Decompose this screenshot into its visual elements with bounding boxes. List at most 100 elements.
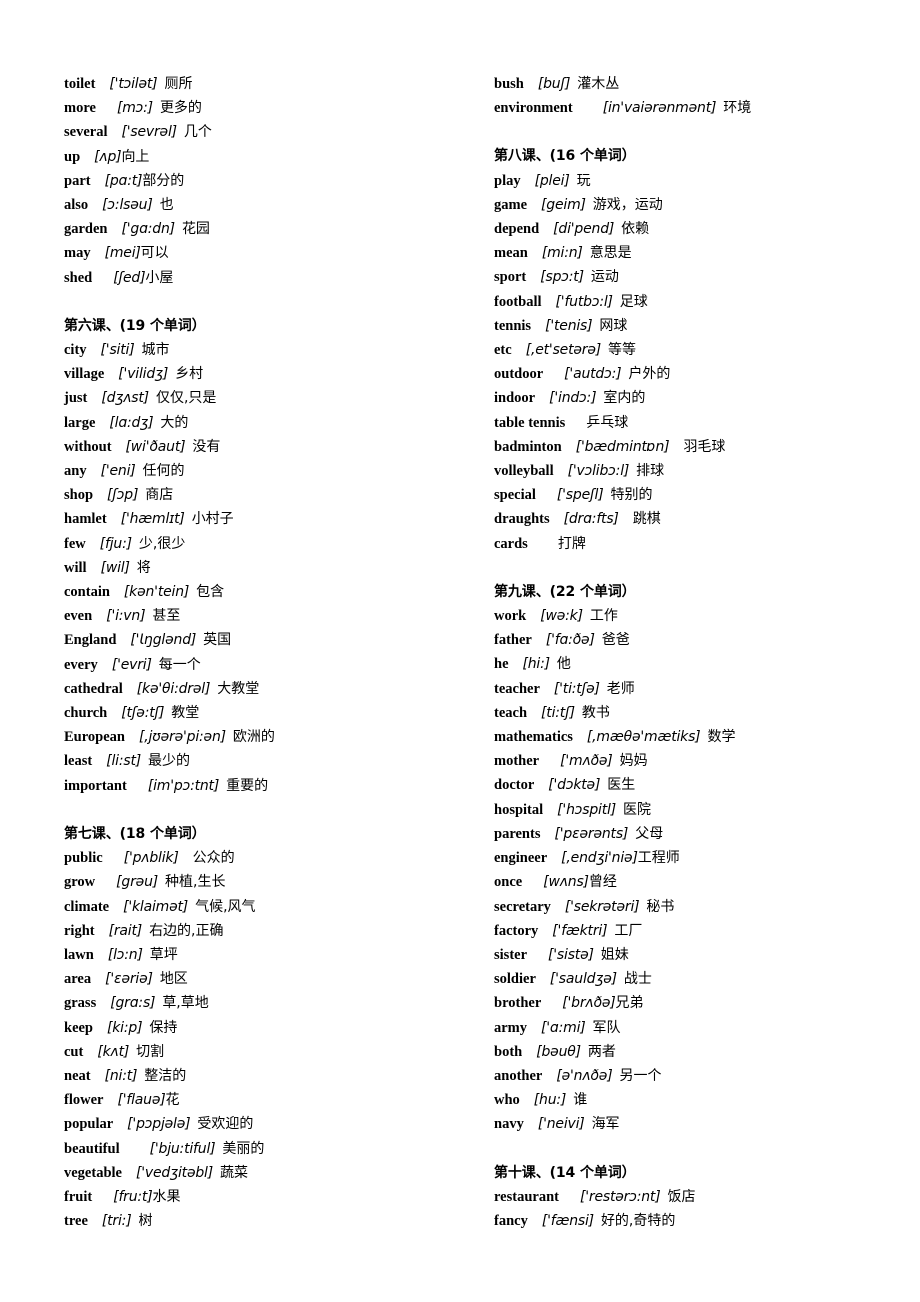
- entry-gloss: 切割: [136, 1043, 165, 1060]
- vocabulary-entry: football ['futbɔ:l] 足球: [494, 290, 920, 314]
- vocabulary-entry: both [bəuθ] 两者: [494, 1040, 920, 1064]
- vocabulary-entry: volleyball ['vɔlibɔ:l] 排球: [494, 459, 920, 483]
- entry-phonetic: [li:st]: [106, 753, 141, 770]
- vocabulary-entry: important [im'pɔ:tnt] 重要的: [64, 774, 494, 798]
- entry-word: neat: [64, 1067, 91, 1084]
- entry-word: depend: [494, 221, 540, 238]
- entry-phonetic: [drɑ:fts]: [563, 511, 619, 528]
- entry-phonetic: [ə'nʌðə]: [556, 1067, 613, 1084]
- entry-gloss: 工厂: [614, 922, 643, 939]
- vocabulary-entry: may [mei]可以: [64, 241, 494, 265]
- entry-word: who: [494, 1092, 520, 1109]
- entry-word: hamlet: [64, 511, 107, 528]
- entry-gloss: 整洁的: [144, 1067, 187, 1084]
- entry-word: father: [494, 632, 532, 649]
- vocabulary-entry: sister ['sistə] 姐妹: [494, 943, 920, 967]
- entry-phonetic: [tri:]: [101, 1213, 132, 1230]
- entry-word: just: [64, 390, 88, 407]
- entry-gloss: 教堂: [171, 705, 200, 722]
- entry-word: game: [494, 196, 528, 213]
- entry-phonetic: [mi:n]: [541, 245, 583, 262]
- vocabulary-entry: fruit [fru:t]水果: [64, 1185, 494, 1209]
- entry-phonetic: [ʃɔp]: [107, 487, 139, 504]
- entry-word: work: [494, 608, 527, 625]
- entry-word: will: [64, 559, 87, 576]
- entry-gloss: 打牌: [557, 535, 586, 552]
- vocabulary-entry: restaurant ['restərɔ:nt] 饭店: [494, 1185, 920, 1209]
- entry-phonetic: ['Ɩŋglənd]: [130, 632, 197, 649]
- entry-phonetic: ['siti]: [100, 342, 135, 359]
- vocabulary-entry: special ['speʃl] 特别的: [494, 483, 920, 507]
- entry-word: important: [64, 777, 127, 794]
- vocabulary-entry: any ['eni] 任何的: [64, 459, 494, 483]
- entry-word: engineer: [494, 850, 548, 867]
- entry-gloss: 公众的: [192, 850, 235, 867]
- entry-phonetic: [kʌt]: [97, 1043, 130, 1060]
- entry-word: vegetable: [64, 1164, 122, 1181]
- entry-word: outdoor: [494, 366, 544, 383]
- vocabulary-entry: army ['ɑ:mi] 军队: [494, 1016, 920, 1040]
- vocabulary-entry: popular ['pɔpjələ] 受欢迎的: [64, 1112, 494, 1136]
- vocabulary-entry: without [wi'ðaut] 没有: [64, 435, 494, 459]
- entry-gloss: 网球: [599, 317, 628, 334]
- entry-phonetic: [mɔ:]: [116, 100, 153, 117]
- entry-word: shop: [64, 487, 94, 504]
- vocabulary-entry: secretary ['sekrətəri] 秘书: [494, 895, 920, 919]
- vocabulary-entry: garden ['gɑ:dn] 花园: [64, 217, 494, 241]
- vocabulary-entry: who [hu:] 谁: [494, 1088, 920, 1112]
- lesson-section: 第九课、(22 个单词） work [wə:k] 工作 father ['fɑ:ðə] 爸爸…: [494, 580, 920, 1137]
- entry-gloss: 没有: [192, 438, 221, 455]
- left-column: toilet ['tɔilət] 厕所 more [mɔ:] 更多的 several ['se…: [64, 72, 494, 1233]
- entry-phonetic: ['dɔktə]: [548, 777, 601, 794]
- vocabulary-entry: tennis ['tenis] 网球: [494, 314, 920, 338]
- lesson-heading: 第十课、(14 个单词）: [494, 1164, 636, 1181]
- entry-word: lawn: [64, 946, 94, 963]
- entry-word: both: [494, 1043, 523, 1060]
- entry-gloss: 羽毛球: [683, 438, 726, 455]
- entry-word: factory: [494, 922, 539, 939]
- vocabulary-entry: every ['evri] 每一个: [64, 653, 494, 677]
- entry-gloss: 花园: [181, 221, 210, 238]
- entry-word: football: [494, 293, 542, 310]
- entry-phonetic: [,endʒi'niə]: [561, 850, 638, 867]
- vocabulary-entry: also [ɔ:lsəu] 也: [64, 193, 494, 217]
- entry-word: bush: [494, 76, 524, 92]
- entry-word: tree: [64, 1213, 88, 1230]
- lesson-section: 第六课、(19 个单词） city ['siti] 城市 village ['vilidʒ…: [64, 314, 494, 798]
- entry-gloss: 小屋: [145, 269, 174, 286]
- vocabulary-entry: cut [kʌt] 切割: [64, 1040, 494, 1064]
- vocabulary-entry: several ['sevrəl] 几个: [64, 120, 494, 144]
- vocabulary-entry: badminton ['bædmintɒn] 羽毛球: [494, 435, 920, 459]
- vocabulary-entry: soldier ['sauldʒə] 战士: [494, 967, 920, 991]
- entry-gloss: 几个: [183, 124, 212, 141]
- vocabulary-entry: draughts [drɑ:fts] 跳棋: [494, 507, 920, 531]
- entry-gloss: 地区: [159, 971, 188, 988]
- right-column: bush [buʃ] 灌木丛 environment [in'vaiərənmənt] 环…: [494, 72, 920, 1233]
- entry-word: tennis: [494, 317, 532, 334]
- entry-phonetic: ['sauldʒə]: [549, 971, 617, 988]
- entry-gloss: 城市: [141, 342, 170, 359]
- entry-gloss: 足球: [619, 293, 648, 310]
- entry-gloss: 秘书: [646, 898, 675, 915]
- vocabulary-entry: play [plei] 玩: [494, 169, 920, 193]
- entry-gloss: 小村子: [191, 511, 234, 528]
- entry-phonetic: ['pɔpjələ]: [127, 1116, 191, 1133]
- entry-word: public: [64, 850, 103, 867]
- entry-gloss: 教书: [581, 704, 610, 721]
- entry-word: another: [494, 1067, 543, 1084]
- vocabulary-entry: etc [,et'setərə] 等等: [494, 338, 920, 362]
- entry-word: fancy: [494, 1212, 528, 1229]
- entry-gloss: 游戏，运动: [592, 196, 663, 213]
- entry-phonetic: [fru:t]: [113, 1188, 153, 1205]
- lesson-heading: 第六课、(19 个单词）: [64, 317, 206, 334]
- entry-phonetic: ['vɔlibɔ:l]: [567, 463, 630, 480]
- entry-phonetic: ['ti:tʃə]: [553, 680, 600, 697]
- entry-word: mother: [494, 753, 540, 770]
- entry-phonetic: ['hæmlɪt]: [120, 511, 185, 528]
- entry-phonetic: [wi'ðaut]: [125, 438, 186, 455]
- entry-word: contain: [64, 584, 110, 601]
- entry-gloss: 包含: [196, 584, 225, 601]
- entry-phonetic: [kən'tein]: [123, 584, 190, 601]
- entry-phonetic: ['sevrəl]: [121, 124, 177, 141]
- vocabulary-entry: shop [ʃɔp] 商店: [64, 483, 494, 507]
